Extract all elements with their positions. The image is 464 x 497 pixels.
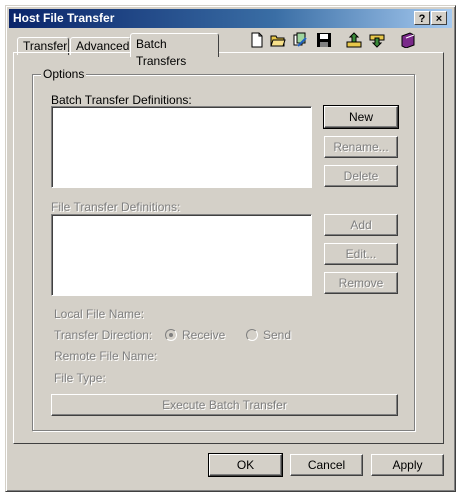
execute-batch-transfer-button[interactable]: Execute Batch Transfer <box>51 394 398 416</box>
edit-sheets-icon[interactable] <box>292 32 308 48</box>
send-label: Send <box>263 328 292 342</box>
options-group-label: Options <box>41 67 87 81</box>
window-title: Host File Transfer <box>13 11 115 25</box>
receive-label: Receive <box>182 328 226 342</box>
help-button[interactable]: ? <box>414 11 430 25</box>
apply-button[interactable]: Apply <box>371 454 444 476</box>
add-button[interactable]: Add <box>324 214 398 236</box>
title-bar[interactable]: Host File Transfer ? × <box>9 9 452 28</box>
edit-button[interactable]: Edit... <box>324 243 398 265</box>
local-file-name-label: Local File Name: <box>54 307 145 321</box>
tab-batch-transfers[interactable]: Batch Transfers <box>130 33 219 68</box>
transfer-direction-label: Transfer Direction: <box>54 328 153 342</box>
file-type-label: File Type: <box>54 371 106 385</box>
receive-radio[interactable] <box>165 329 177 341</box>
file-definitions-listbox[interactable] <box>51 214 312 296</box>
rename-button[interactable]: Rename... <box>324 136 398 158</box>
ok-button[interactable]: OK <box>208 453 283 477</box>
file-definitions-label: File Transfer Definitions: <box>51 200 181 214</box>
new-button[interactable]: New <box>323 105 399 129</box>
batch-definitions-label: Batch Transfer Definitions: <box>51 93 192 107</box>
upload-tray-icon[interactable] <box>346 32 362 48</box>
delete-button[interactable]: Delete <box>324 165 398 187</box>
open-folder-icon[interactable] <box>270 32 286 48</box>
download-tray-icon[interactable] <box>369 32 385 48</box>
new-file-icon[interactable] <box>249 32 265 48</box>
remote-file-name-label: Remote File Name: <box>54 349 158 363</box>
batch-definitions-listbox[interactable] <box>51 106 312 188</box>
cancel-button[interactable]: Cancel <box>290 454 363 476</box>
book-icon[interactable] <box>400 32 416 48</box>
close-button[interactable]: × <box>431 11 447 25</box>
save-disk-icon[interactable] <box>316 32 332 48</box>
send-radio[interactable] <box>246 329 258 341</box>
remove-button[interactable]: Remove <box>324 272 398 294</box>
